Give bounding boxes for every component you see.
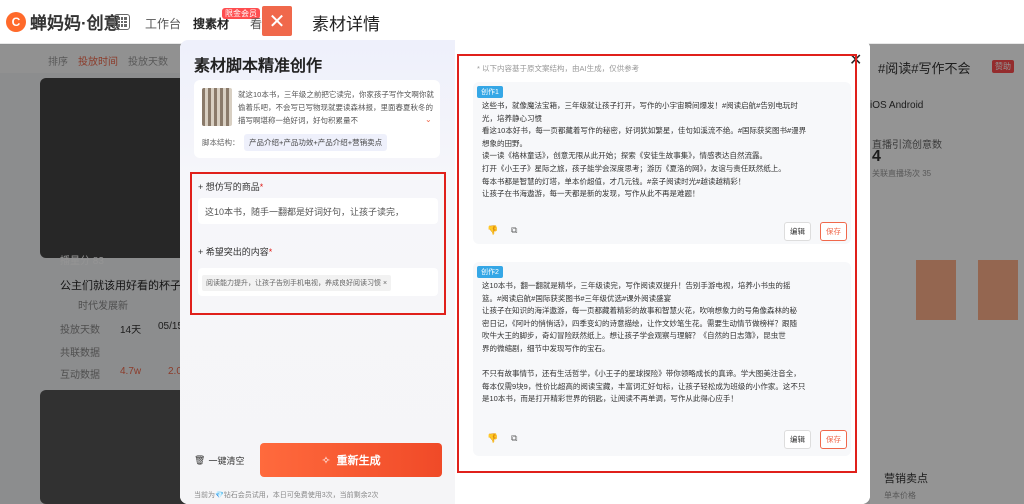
product-label: + 想仿写的商品* [198,182,264,192]
variant-line: 篮。#阅读启航#国际获奖图书#三年级优选#课外阅读盛宴 [482,293,672,303]
copy-icon[interactable]: ⧉ [511,225,517,236]
trash-icon: 🗑 [194,455,206,465]
save-button[interactable]: 保存 [820,222,847,241]
brand-name: 蝉妈妈·创意 [30,14,121,33]
variant-line: 打开《小王子》星际之旅，孩子能学会深度思考；游历《夏洛的网》，友谊与责任跃然纸上… [482,163,786,173]
product-input[interactable]: 这10本书，随手一翻都是好词好句，让孩子读完， [198,198,438,224]
variant-line: 这些书，就像魔法宝箱，三年级就让孩子打开，写作的小宇宙瞬间爆发！#阅读启航#告别… [482,101,798,110]
variant-line: 看这10本好书，每一页都藏着写作的秘密，好词犹如繁星，佳句如溪流不绝。#国际获奖… [482,126,807,136]
reference-box: 就这10本书，三年级之前把它读完，你家孩子写作文啊你就偷着乐吧，不会写已写物现就… [194,80,440,158]
variant-line: 吹牛大王的脚步，奇幻冒险跃然纸上。想让孩子学会观察与理解？《自然的日志簿》，昆虫… [482,331,786,341]
clear-label: 一键清空 [208,456,245,466]
product-label-text: 想仿写的商品 [205,182,260,192]
nav-third[interactable]: 看 [250,15,262,32]
apps-grid-icon[interactable] [114,14,130,30]
modal-title: 素材脚本精准创作 [194,58,323,75]
variant-line: 每本书都是智慧的灯塔，单本价超值，才几元钱。#亲子阅读时光#越读越精彩！ [482,176,746,186]
variant-line: 每本仅需9块9，性价比超高的阅读宝藏，丰富词汇好句标，让孩子轻松成为班级的小作家… [482,381,806,391]
usage-footnote: 当前为💎钻石会员试用，本日可免费使用3次，当前剩余2次 [194,492,379,499]
variant-line: 这10本书，翻一翻就是精华，三年级读完，写作阅读双提升！告别手游电视，培养小书虫… [482,281,791,290]
copy-icon[interactable]: ⧉ [511,433,517,444]
highlight-label-text: 希望突出的内容 [205,247,269,257]
highlight-label: + 希望突出的内容* [198,247,273,257]
clear-button[interactable]: 🗑 一键清空 [194,454,244,467]
variant-text-1[interactable]: 这些书，就像魔法宝箱，三年级就让孩子打开，写作的小宇宙瞬间爆发！#阅读启航#告别… [482,100,842,201]
save-button[interactable]: 保存 [820,430,847,449]
modal-right-panel: * 以下内容基于原文案结构，由AI生成，仅供参考 ✕ 创作1 这些书，就像魔法宝… [455,40,870,504]
variant-card-1: 创作1 这些书，就像魔法宝箱，三年级就让孩子打开，写作的小宇宙瞬间爆发！#阅读启… [473,82,851,244]
tag-close-icon[interactable]: × [383,280,387,287]
highlight-tag: 阅读能力提升，让孩子告别手机电视，养成良好阅读习惯 × [202,275,392,291]
variant-actions-2: 👎 ⧉ 编辑 保存 [473,428,851,450]
top-bar: C 蝉妈妈·创意 工作台 搜素材 限金会员 看 ✕ 素材详情 [0,0,1024,44]
close-icon[interactable]: ✕ [262,6,292,36]
variant-card-2: 创作2 这10本书，翻一翻就是精华，三年级读完，写作阅读双提升！告别手游电视，培… [473,262,851,456]
script-creation-modal: 素材脚本精准创作 就这10本书，三年级之前把它读完，你家孩子写作文啊你就偷着乐吧… [180,40,870,504]
structure-label: 脚本结构： [202,138,240,147]
nav-workbench[interactable]: 工作台 [145,15,181,32]
reference-text: 就这10本书，三年级之前把它读完，你家孩子写作文啊你就偷着乐吧，不会写已写物现就… [238,90,434,125]
modal-left-panel: 素材脚本精准创作 就这10本书，三年级之前把它读完，你家孩子写作文啊你就偷着乐吧… [180,40,455,504]
variant-text-2[interactable]: 这10本书，翻一翻就是精华，三年级读完，写作阅读双提升！告别手游电视，培养小书虫… [482,280,842,406]
variant-line: 不只有故事情节，还有生活哲学，《小王子的星球探险》带你领略成长的真谛。学大图美注… [482,369,801,379]
variant-line: 读一读《格林童话》，创意无限从此开始；探索《安徒生故事集》，情感表达自然流露。 [482,151,767,161]
brand-logo[interactable]: C 蝉妈妈·创意 [6,9,121,34]
thumbs-down-icon[interactable]: 👎 [487,225,498,236]
variant-badge-1: 创作1 [477,86,503,98]
variant-line: 界的微缩剧，细节中发现写作的宝石。 [482,343,610,353]
variant-line: 想象的田野。 [482,138,527,148]
regenerate-button[interactable]: ✧ 重新生成 [260,443,442,477]
highlight-tag-input[interactable]: 阅读能力提升，让孩子告别手机电视，养成良好阅读习惯 × [198,268,438,296]
regenerate-label: 重新生成 [336,455,381,467]
variant-actions-1: 👎 ⧉ 编辑 保存 [473,220,851,242]
thumbs-down-icon[interactable]: 👎 [487,433,498,444]
variant-line: 光，培养静心习惯 [482,113,542,123]
variant-line: 密日记，《阿叶的悄悄话》，四季变幻的诗意描绘，让作文妙笔生花。需要生动情节做榜样… [482,318,797,328]
page-title: 素材详情 [312,15,380,34]
variant-line: 让孩子在知识的海洋遨游，每一页都藏着精彩的故事和智慧火花，吹响想象力的号角像森林… [482,306,797,316]
variant-line: 让孩子在书海遨游，每一天都是新的发现，写作从此不再是难题！ [482,189,700,199]
expand-chevron-icon[interactable]: ⌄ [425,115,432,124]
magic-wand-icon: ✧ [321,454,331,467]
variant-line [482,356,842,369]
variant-badge-2: 创作2 [477,266,503,278]
structure-value: 产品介绍+产品功效+产品介绍+营销卖点 [244,134,388,151]
edit-button[interactable]: 编辑 [784,222,811,241]
reference-thumbnail [202,88,232,126]
logo-icon: C [6,11,26,32]
edit-button[interactable]: 编辑 [784,430,811,449]
variant-line: 是10本书，而是打开精彩世界的钥匙，让阅读不再单调，写作从此得心应手！ [482,394,738,404]
highlight-tag-text: 阅读能力提升，让孩子告别手机电视，养成良好阅读习惯 [206,280,381,287]
